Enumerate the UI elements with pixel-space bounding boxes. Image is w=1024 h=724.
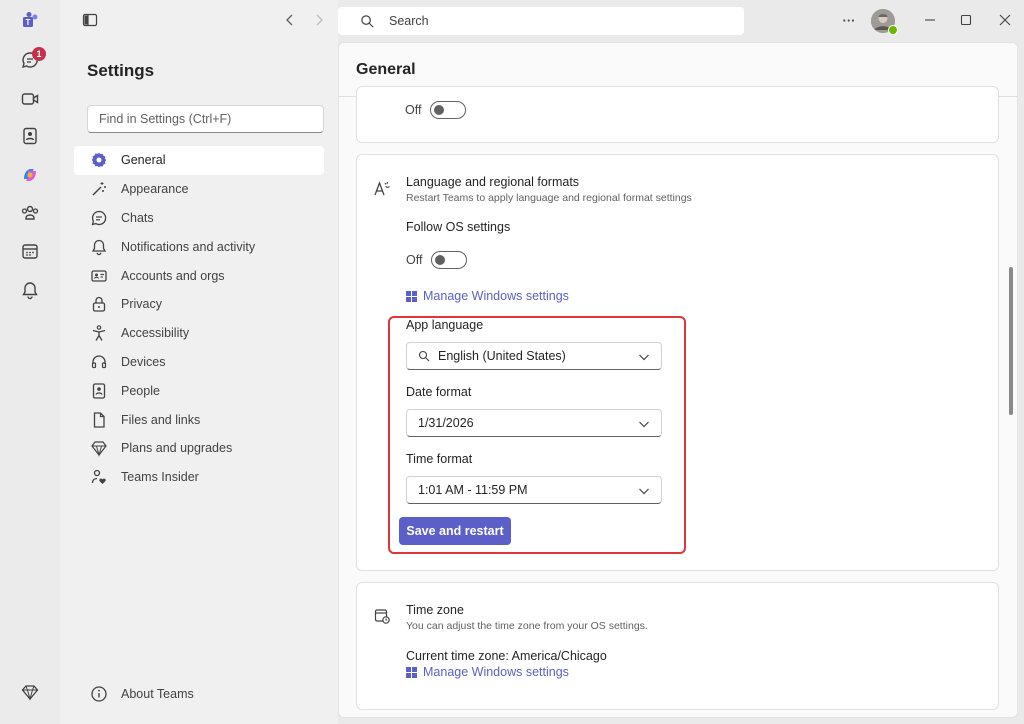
- nav-label: People: [121, 383, 160, 398]
- about-label: About Teams: [121, 687, 194, 701]
- nav-label: Devices: [121, 354, 166, 369]
- scrollbar[interactable]: [1009, 267, 1013, 415]
- sidebar-toggle-icon[interactable]: [81, 11, 99, 29]
- nav-item-teams-insider[interactable]: Teams Insider: [74, 463, 324, 492]
- nav-item-accessibility[interactable]: Accessibility: [74, 319, 324, 348]
- copilot-icon[interactable]: [0, 156, 60, 194]
- toggle-state-label: Off: [405, 103, 422, 117]
- nav-item-notifications[interactable]: Notifications and activity: [74, 232, 324, 261]
- nav-label: Privacy: [121, 297, 162, 312]
- language-title: Language and regional formats: [406, 175, 580, 189]
- link-label: Manage Windows settings: [423, 665, 569, 679]
- avatar[interactable]: [871, 9, 898, 35]
- nav-label: Accounts and orgs: [121, 268, 225, 283]
- svg-text:T: T: [26, 18, 31, 27]
- search-input[interactable]: Search: [338, 7, 744, 35]
- time-zone-title: Time zone: [406, 603, 464, 617]
- nav-label: Notifications and activity: [121, 239, 256, 254]
- contacts-icon[interactable]: [0, 117, 60, 155]
- nav-label: Plans and upgrades: [121, 441, 233, 456]
- person-card-icon: [92, 383, 106, 399]
- info-icon: [91, 686, 107, 702]
- chat-icon[interactable]: 1: [0, 41, 60, 79]
- nav-item-privacy[interactable]: Privacy: [74, 290, 324, 319]
- accessibility-icon: [92, 325, 106, 342]
- close-icon[interactable]: [996, 11, 1014, 29]
- diamond-icon: [91, 441, 107, 458]
- unread-badge: 1: [32, 47, 46, 61]
- nav-item-accounts[interactable]: Accounts and orgs: [74, 261, 324, 290]
- nav-label: Accessibility: [121, 326, 190, 341]
- lock-icon: [92, 297, 106, 313]
- file-icon: [93, 411, 105, 428]
- follow-os-label: Follow OS settings: [406, 220, 511, 234]
- nav-item-files-and-links[interactable]: Files and links: [74, 405, 324, 434]
- maximize-icon[interactable]: [957, 11, 975, 29]
- setting-toggle[interactable]: [430, 101, 467, 119]
- nav-label: Chats: [121, 210, 154, 225]
- language-icon: [374, 181, 390, 196]
- manage-windows-settings-link[interactable]: Manage Windows settings: [406, 289, 569, 303]
- previous-setting-card: Off: [356, 86, 999, 143]
- headset-icon: [91, 355, 107, 369]
- settings-nav: General Appearance Chats Notifications a…: [74, 146, 324, 492]
- bell-icon: [91, 239, 107, 256]
- nav-label: Teams Insider: [121, 470, 199, 485]
- gear-icon: [91, 153, 107, 168]
- search-placeholder: Search: [389, 14, 429, 28]
- settings-title: Settings: [87, 61, 155, 80]
- windows-icon: [406, 290, 417, 302]
- about-teams[interactable]: About Teams: [90, 685, 194, 703]
- calendar-clock-icon: [374, 609, 390, 624]
- chat-bubble-icon: [91, 210, 107, 226]
- minimize-icon[interactable]: [921, 11, 939, 29]
- search-icon: [361, 14, 374, 28]
- presence-available-icon: [888, 25, 898, 35]
- find-in-settings-input[interactable]: Find in Settings (Ctrl+F): [87, 105, 324, 133]
- id-card-icon: [91, 269, 107, 282]
- teams-logo-icon[interactable]: T: [0, 2, 60, 40]
- language-card: Language and regional formats Restart Te…: [356, 154, 999, 571]
- back-icon[interactable]: [281, 11, 299, 29]
- nav-item-people[interactable]: People: [74, 376, 324, 405]
- more-options-icon[interactable]: ···: [840, 11, 858, 29]
- nav-label: General: [121, 153, 166, 168]
- video-icon[interactable]: [0, 80, 60, 118]
- app-rail: T 1: [0, 0, 60, 724]
- language-subtitle: Restart Teams to apply language and regi…: [406, 192, 692, 204]
- link-label: Manage Windows settings: [423, 289, 569, 303]
- toggle-state-label: Off: [406, 253, 423, 267]
- current-time-zone: Current time zone: America/Chicago: [406, 649, 607, 663]
- nav-item-general[interactable]: General: [74, 146, 324, 175]
- forward-icon[interactable]: [310, 11, 328, 29]
- bell-icon[interactable]: [0, 271, 60, 309]
- highlight-box: [388, 316, 686, 554]
- nav-item-devices[interactable]: Devices: [74, 348, 324, 377]
- wand-icon: [92, 182, 106, 196]
- nav-label: Files and links: [121, 412, 201, 427]
- nav-label: Appearance: [121, 182, 189, 197]
- manage-windows-settings-link[interactable]: Manage Windows settings: [406, 665, 569, 679]
- nav-item-plans[interactable]: Plans and upgrades: [74, 434, 324, 463]
- nav-item-appearance[interactable]: Appearance: [74, 175, 324, 204]
- follow-os-toggle[interactable]: [431, 251, 468, 269]
- nav-item-chats[interactable]: Chats: [74, 204, 324, 233]
- windows-icon: [406, 666, 417, 678]
- communities-icon[interactable]: [0, 194, 60, 232]
- page-title: General: [356, 61, 416, 78]
- time-zone-subtitle: You can adjust the time zone from your O…: [406, 620, 648, 632]
- calendar-icon[interactable]: [0, 232, 60, 270]
- diamond-icon[interactable]: [0, 673, 60, 711]
- person-heart-icon: [91, 470, 106, 485]
- time-zone-card: Time zone You can adjust the time zone f…: [356, 582, 999, 710]
- general-settings-panel: General Off Language and regional format…: [338, 42, 1018, 718]
